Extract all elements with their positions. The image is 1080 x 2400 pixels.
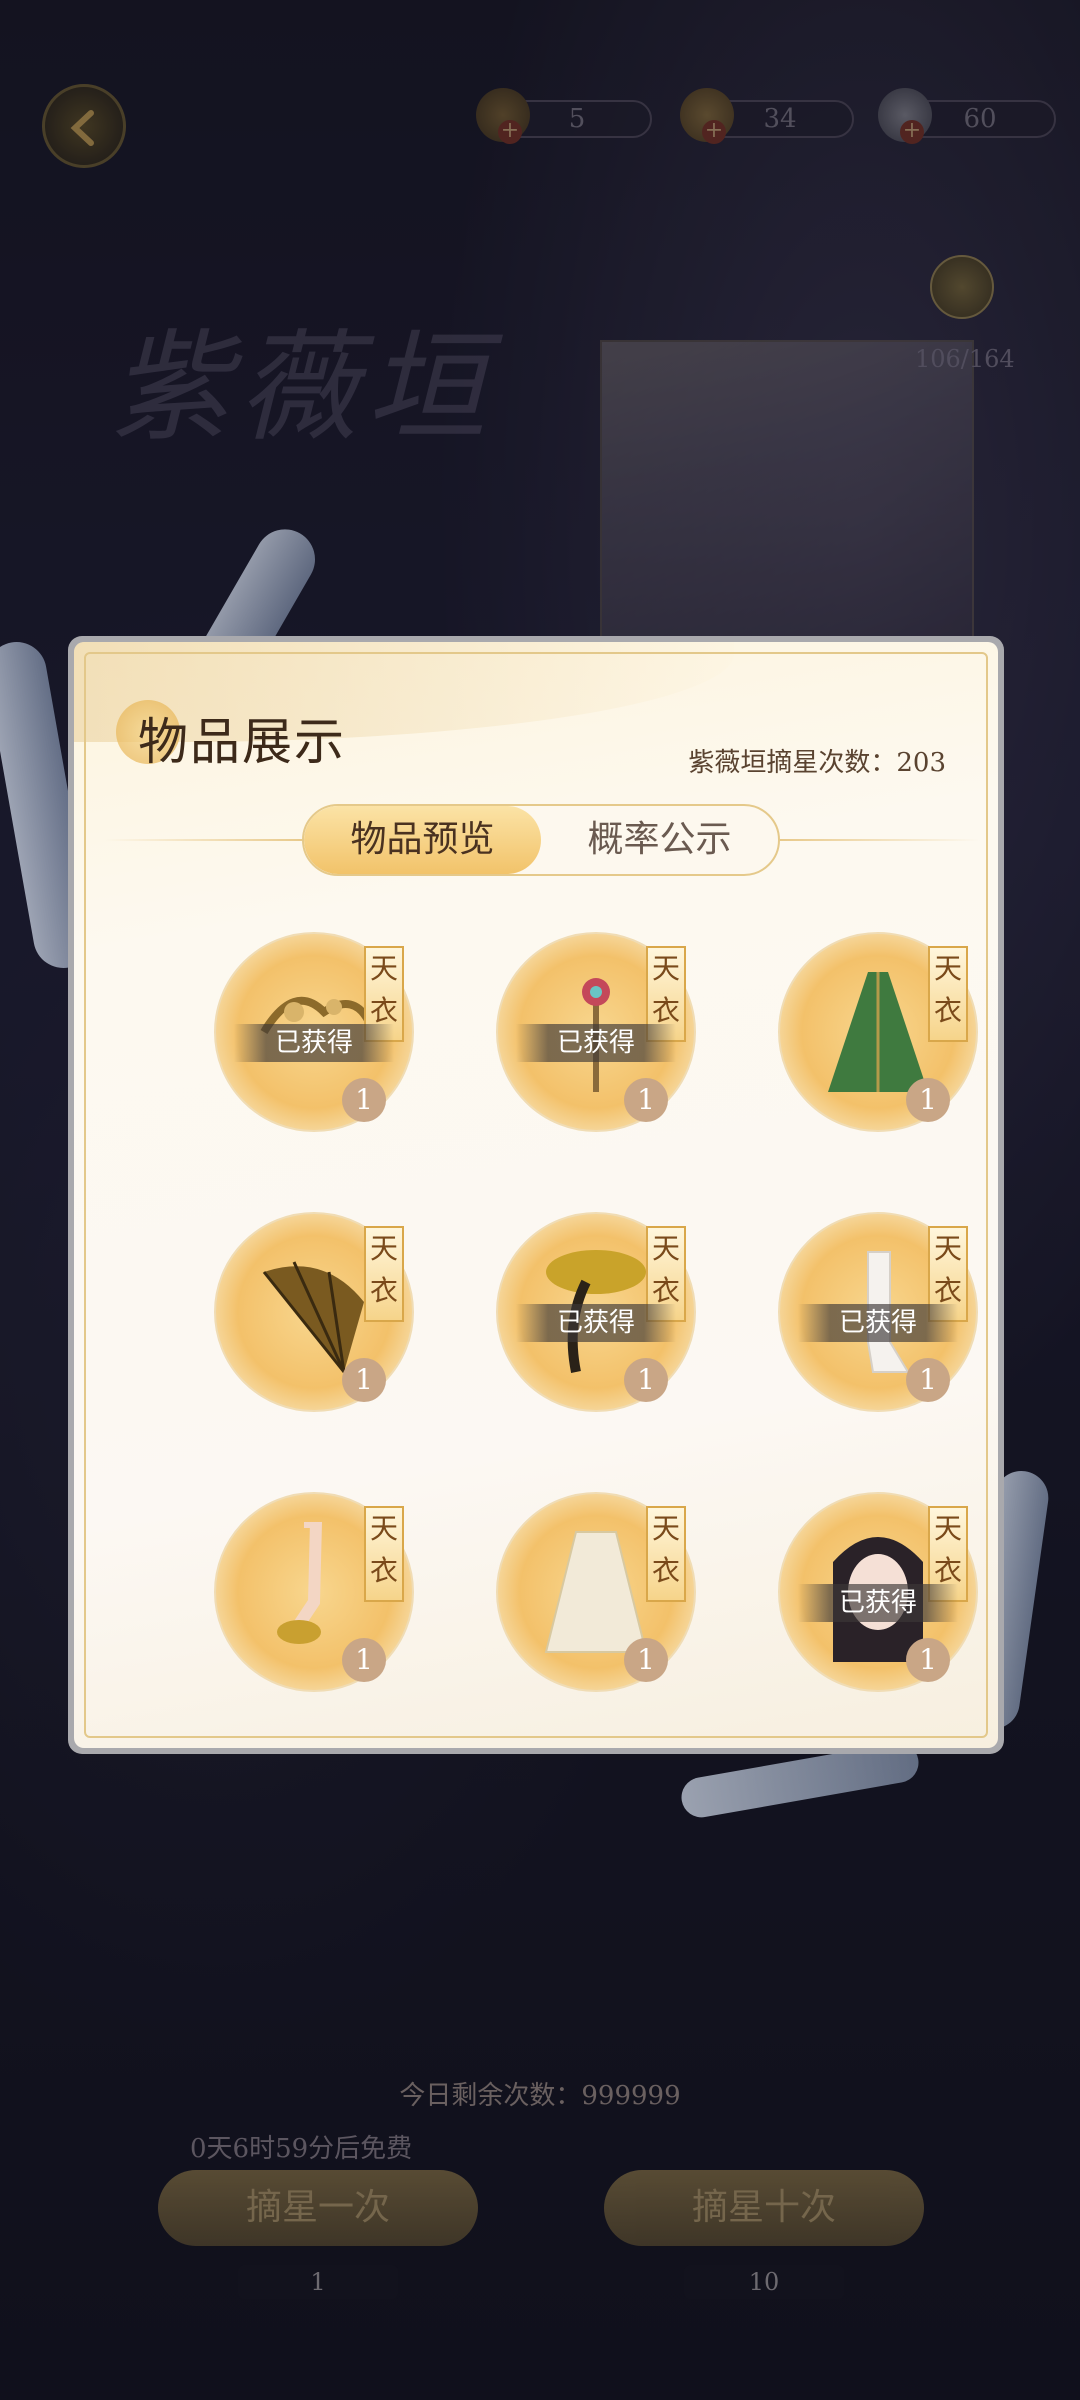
divider <box>780 839 980 841</box>
item-showcase-modal: 物品展示 紫薇垣摘星次数：203 物品预览 概率公示 天衣 已获得 1 天衣 已… <box>68 636 1004 1754</box>
item-card[interactable]: 天衣 1 <box>214 1492 414 1692</box>
quantity-badge: 1 <box>342 1358 386 1402</box>
rarity-tag: 天衣 <box>364 1506 404 1602</box>
quantity-badge: 1 <box>342 1638 386 1682</box>
rarity-tag: 天衣 <box>646 1506 686 1602</box>
quantity-badge: 1 <box>624 1078 668 1122</box>
quantity-badge: 1 <box>342 1078 386 1122</box>
item-card[interactable]: 天衣 1 <box>214 1212 414 1412</box>
cost-one: 1 <box>238 2265 398 2299</box>
item-card[interactable]: 天衣 1 <box>778 932 978 1132</box>
draw-count: 紫薇垣摘星次数：203 <box>688 748 946 778</box>
item-card[interactable]: 天衣 已获得 1 <box>778 1492 978 1692</box>
item-card[interactable]: 天衣 已获得 1 <box>496 1212 696 1412</box>
tab-probability[interactable]: 概率公示 <box>541 806 778 874</box>
item-card[interactable]: 天衣 已获得 1 <box>214 932 414 1132</box>
rarity-tag: 天衣 <box>364 1226 404 1322</box>
quantity-badge: 1 <box>624 1638 668 1682</box>
modal-title: 物品展示 <box>138 713 346 771</box>
draw-once-button[interactable]: 摘星一次 <box>158 2170 478 2246</box>
rarity-tag: 天衣 <box>928 946 968 1042</box>
free-timer: 0天6时59分后免费 <box>190 2134 413 2164</box>
obtained-label: 已获得 <box>516 1304 676 1342</box>
quantity-badge: 1 <box>624 1358 668 1402</box>
quantity-badge: 1 <box>906 1358 950 1402</box>
obtained-label: 已获得 <box>798 1304 958 1342</box>
quantity-badge: 1 <box>906 1638 950 1682</box>
item-card[interactable]: 天衣 已获得 1 <box>778 1212 978 1412</box>
tab-item-preview[interactable]: 物品预览 <box>304 806 541 874</box>
remaining-draws: 今日剩余次数：999999 <box>399 2081 681 2111</box>
item-card[interactable]: 天衣 已获得 1 <box>496 932 696 1132</box>
quantity-badge: 1 <box>906 1078 950 1122</box>
item-card[interactable]: 天衣 1 <box>496 1492 696 1692</box>
obtained-label: 已获得 <box>798 1584 958 1622</box>
cost-ten: 10 <box>684 2265 844 2299</box>
obtained-label: 已获得 <box>234 1024 394 1062</box>
divider <box>104 839 304 841</box>
tab-bar: 物品预览 概率公示 <box>302 804 780 876</box>
draw-ten-button[interactable]: 摘星十次 <box>604 2170 924 2246</box>
obtained-label: 已获得 <box>516 1024 676 1062</box>
